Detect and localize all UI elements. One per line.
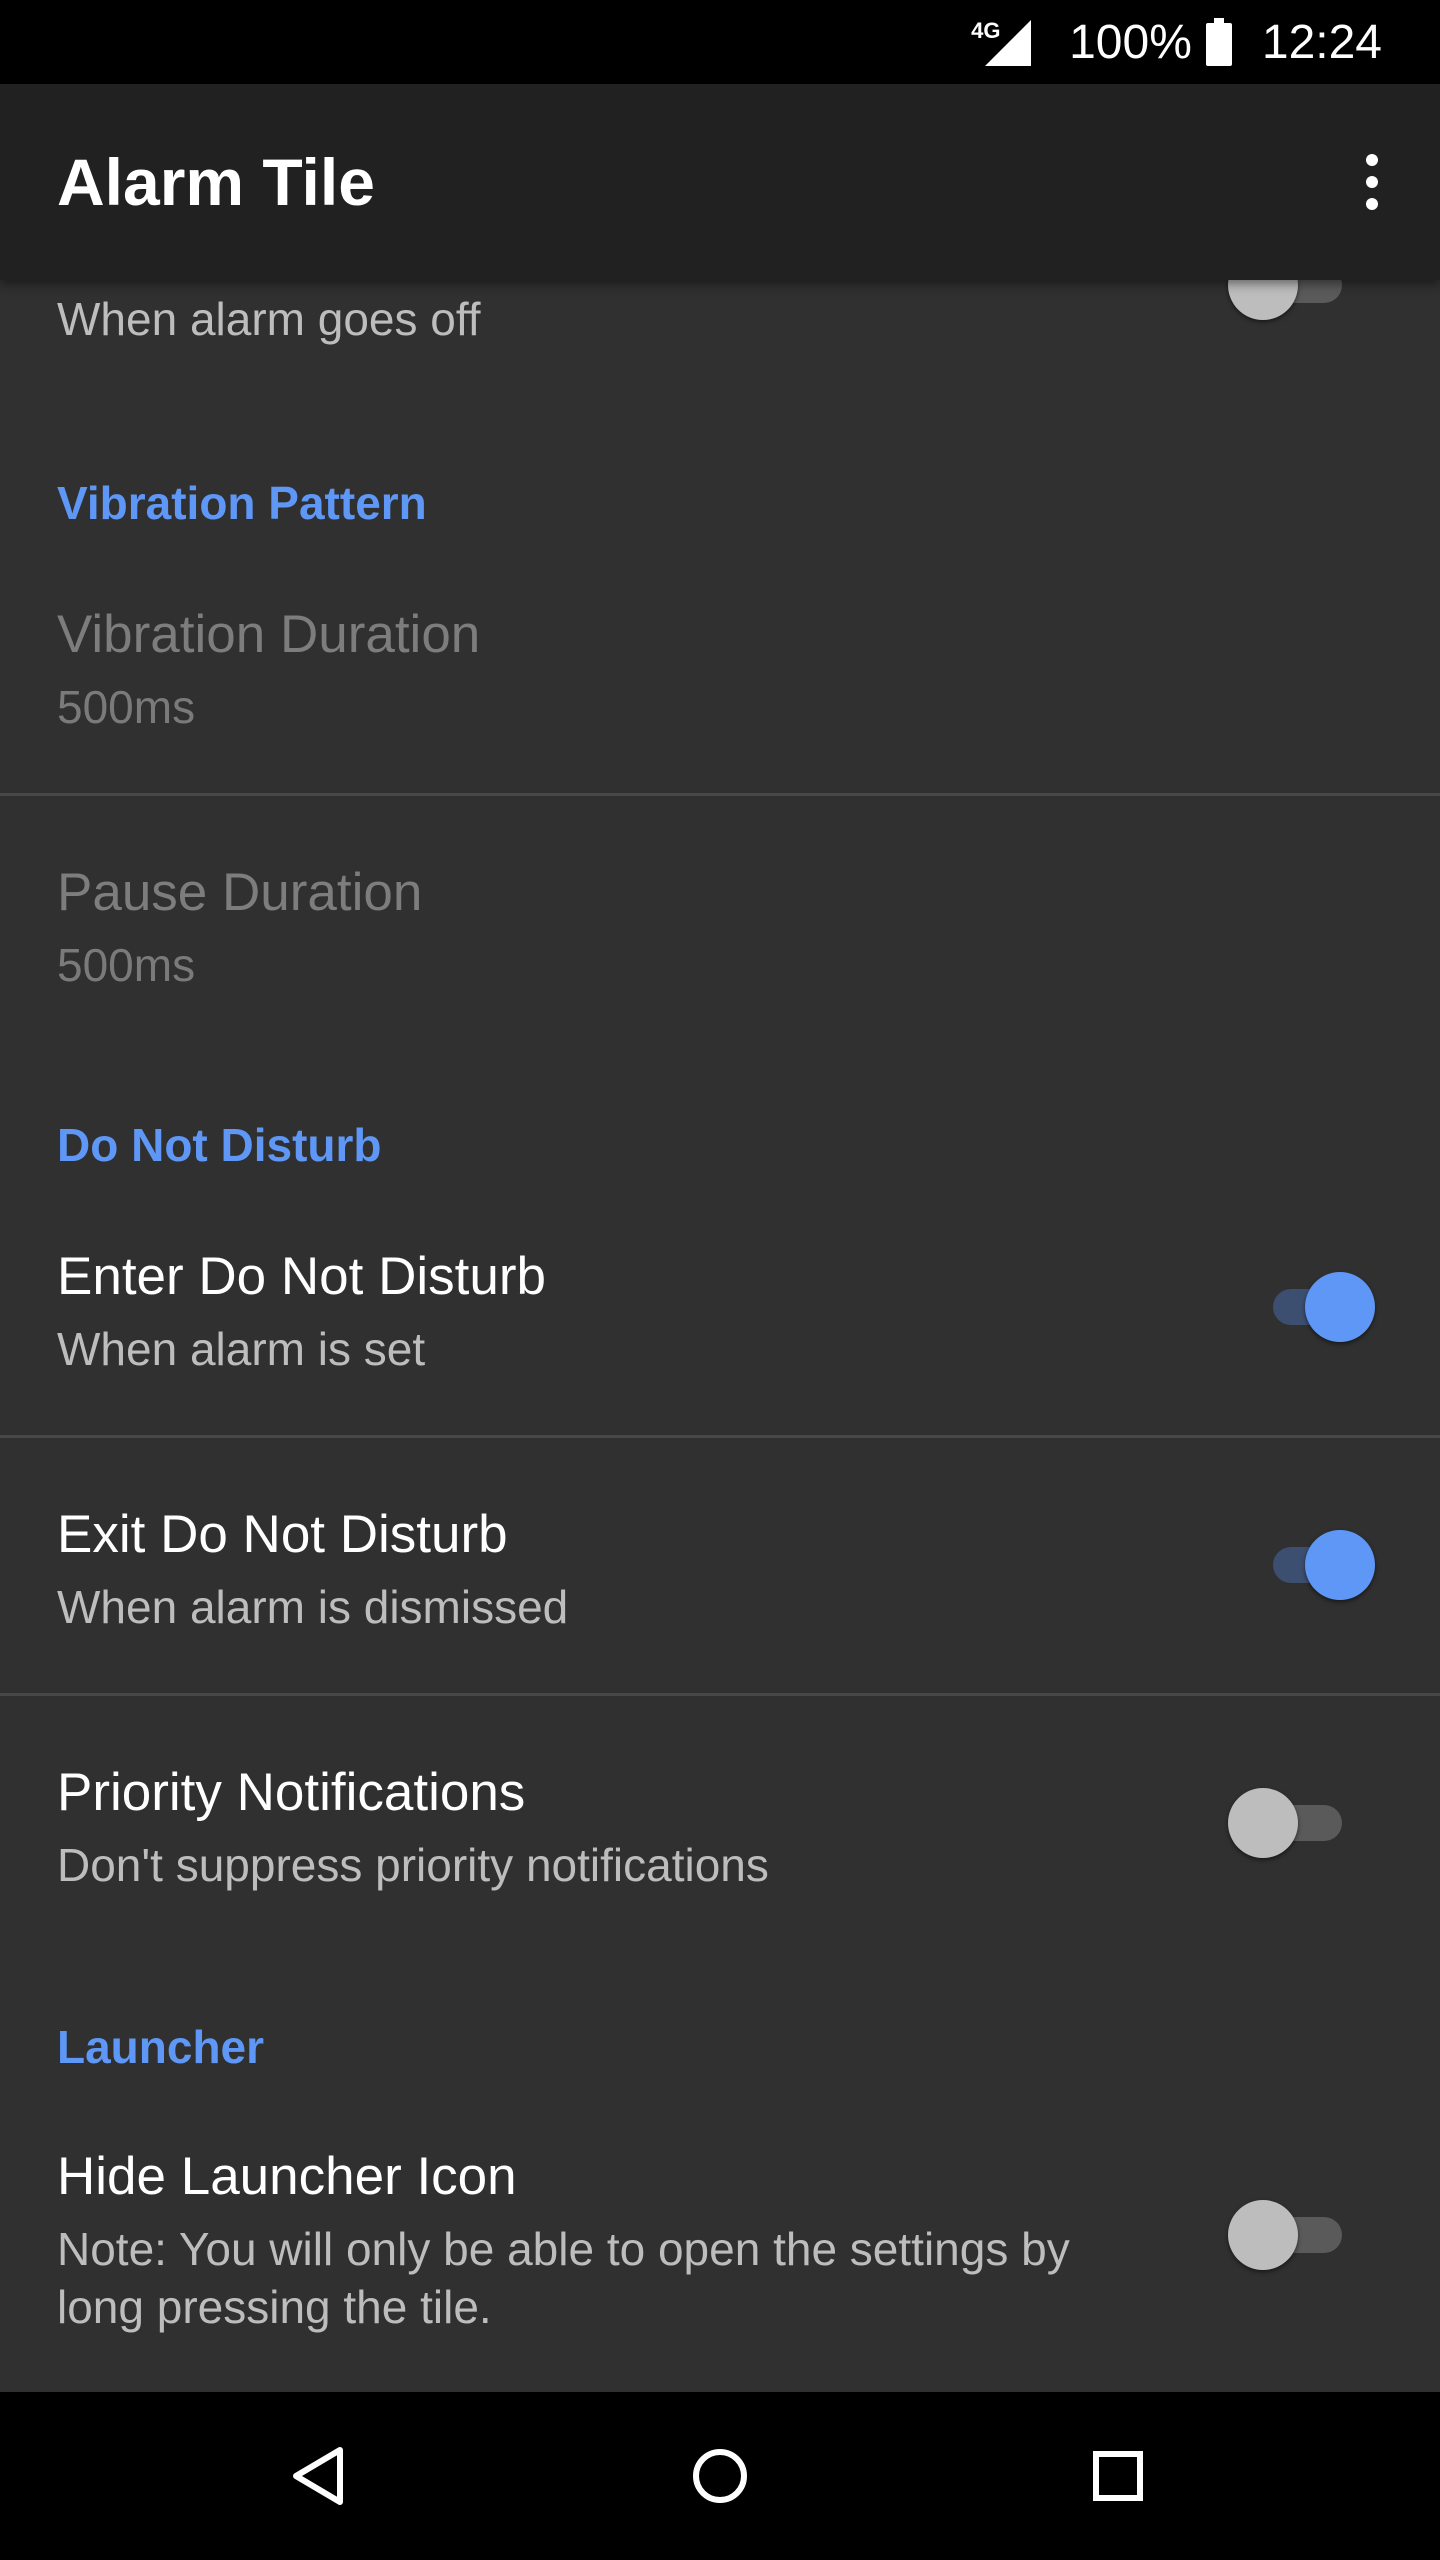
category-launcher: Launcher bbox=[57, 2021, 265, 2073]
switch-thumb bbox=[1305, 1530, 1375, 1600]
exit-dnd-summary: When alarm is dismissed bbox=[57, 1581, 569, 1633]
vibration-duration-title: Vibration Duration bbox=[57, 605, 481, 664]
divider bbox=[0, 1435, 1440, 1438]
battery-icon bbox=[1205, 18, 1232, 66]
priority-notifications-title: Priority Notifications bbox=[57, 1763, 526, 1822]
more-vert-icon[interactable] bbox=[1342, 140, 1402, 224]
dot bbox=[1366, 176, 1378, 188]
app-title: Alarm Tile bbox=[57, 145, 375, 219]
pause-duration-title: Pause Duration bbox=[57, 863, 423, 922]
settings-list[interactable]: When alarm goes off Vibration Pattern Vi… bbox=[0, 0, 1440, 2392]
category-vibration-pattern: Vibration Pattern bbox=[57, 477, 427, 529]
battery-percent: 100% bbox=[1069, 15, 1192, 69]
exit-dnd-title: Exit Do Not Disturb bbox=[57, 1505, 508, 1564]
enter-dnd-title: Enter Do Not Disturb bbox=[57, 1247, 546, 1306]
home-icon[interactable] bbox=[680, 2436, 760, 2516]
exit-dnd-toggle[interactable] bbox=[1255, 1530, 1375, 1600]
vibration-duration-summary: 500ms bbox=[57, 681, 196, 733]
switch-thumb bbox=[1305, 1272, 1375, 1342]
category-do-not-disturb: Do Not Disturb bbox=[57, 1119, 382, 1171]
recents-icon[interactable] bbox=[1078, 2436, 1158, 2516]
enter-dnd-summary: When alarm is set bbox=[57, 1323, 426, 1375]
divider bbox=[0, 793, 1440, 796]
clock: 12:24 bbox=[1261, 15, 1382, 69]
switch-thumb bbox=[1228, 2200, 1298, 2270]
dot bbox=[1366, 154, 1378, 166]
navigation-bar bbox=[0, 2392, 1440, 2560]
back-icon[interactable] bbox=[282, 2436, 362, 2516]
dot bbox=[1366, 198, 1378, 210]
switch-thumb bbox=[1228, 1788, 1298, 1858]
hide-launcher-icon-toggle[interactable] bbox=[1228, 2200, 1348, 2270]
priority-notifications-toggle[interactable] bbox=[1228, 1788, 1348, 1858]
status-bar: 4G 100% 12:24 bbox=[0, 0, 1440, 84]
hide-launcher-icon-summary-line1: Note: You will only be able to open the … bbox=[57, 2223, 1070, 2275]
app-bar: Alarm Tile bbox=[0, 84, 1440, 280]
partial-setting-summary: When alarm goes off bbox=[57, 293, 481, 345]
hide-launcher-icon-summary-line2: long pressing the tile. bbox=[57, 2281, 492, 2333]
priority-notifications-summary: Don't suppress priority notifications bbox=[57, 1839, 769, 1891]
pause-duration-summary: 500ms bbox=[57, 939, 196, 991]
divider bbox=[0, 1693, 1440, 1696]
hide-launcher-icon-title: Hide Launcher Icon bbox=[57, 2147, 517, 2206]
signal-icon: 4G bbox=[971, 16, 1032, 68]
enter-dnd-toggle[interactable] bbox=[1255, 1272, 1375, 1342]
